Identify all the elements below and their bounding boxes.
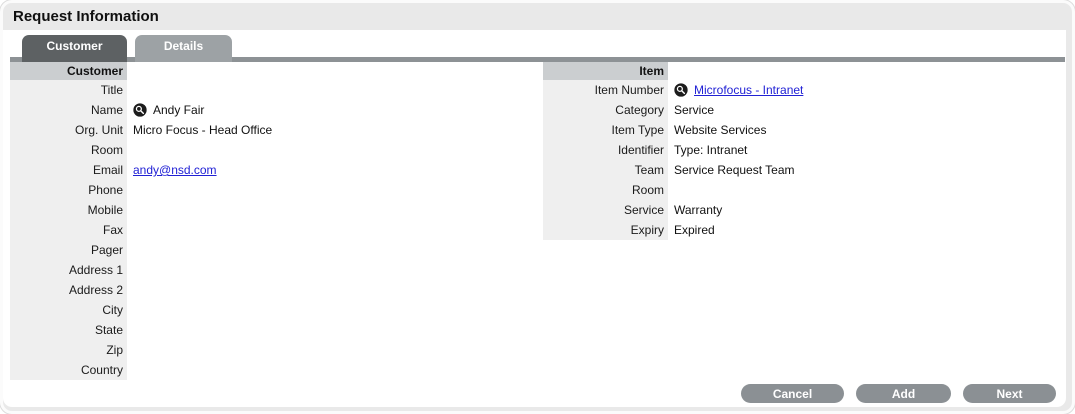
table-row: Item Type Website Services [543, 120, 803, 140]
field-value-service: Warranty [668, 200, 722, 220]
field-value-expiry: Expired [668, 220, 715, 240]
table-row: Item Number Microfocus - Intranet [543, 80, 803, 100]
table-row: Address 1 [10, 260, 272, 280]
field-value-room [127, 140, 133, 160]
customer-section-header: Customer [10, 62, 127, 80]
field-label-mobile: Mobile [10, 200, 127, 220]
field-value-item-room [668, 180, 674, 200]
footer-actions: Cancel Add Next [741, 384, 1056, 403]
table-row: Mobile [10, 200, 272, 220]
page-title: Request Information [3, 3, 1072, 30]
field-label-team: Team [543, 160, 668, 180]
field-label-pager: Pager [10, 240, 127, 260]
field-label-phone: Phone [10, 180, 127, 200]
table-row: Address 2 [10, 280, 272, 300]
field-label-title: Title [10, 80, 127, 100]
field-value-identifier: Type: Intranet [668, 140, 747, 160]
field-value-city [127, 300, 133, 320]
field-label-country: Country [10, 360, 127, 380]
field-value-title [127, 80, 133, 100]
field-value-org-unit: Micro Focus - Head Office [127, 120, 272, 140]
field-label-category: Category [543, 100, 668, 120]
table-row: Org. Unit Micro Focus - Head Office [10, 120, 272, 140]
field-value-zip [127, 340, 133, 360]
cancel-button[interactable]: Cancel [741, 384, 844, 403]
field-label-fax: Fax [10, 220, 127, 240]
tab-details[interactable]: Details [135, 35, 232, 62]
field-value-mobile [127, 200, 133, 220]
table-row: Expiry Expired [543, 220, 803, 240]
item-section-header: Item [543, 62, 668, 80]
field-label-item-room: Room [543, 180, 668, 200]
field-value-country [127, 360, 133, 380]
table-row: Fax [10, 220, 272, 240]
table-row: Room [10, 140, 272, 160]
search-icon[interactable] [674, 83, 688, 97]
table-row: Category Service [543, 100, 803, 120]
field-label-service: Service [543, 200, 668, 220]
table-row: Identifier Type: Intranet [543, 140, 803, 160]
table-row: Zip [10, 340, 272, 360]
table-row: State [10, 320, 272, 340]
table-row: Service Warranty [543, 200, 803, 220]
field-value-state [127, 320, 133, 340]
table-row: Room [543, 180, 803, 200]
field-label-address1: Address 1 [10, 260, 127, 280]
table-row: Email andy@nsd.com [10, 160, 272, 180]
field-value-address1 [127, 260, 133, 280]
field-label-expiry: Expiry [543, 220, 668, 240]
tab-details-label: Details [164, 39, 203, 53]
field-label-email: Email [10, 160, 127, 180]
tab-customer[interactable]: Customer [22, 35, 127, 62]
customer-section: Customer Title Name Andy Fair [10, 62, 272, 380]
field-label-city: City [10, 300, 127, 320]
field-value-phone [127, 180, 133, 200]
field-label-room: Room [10, 140, 127, 160]
field-value-item-type: Website Services [668, 120, 766, 140]
customer-email-link[interactable]: andy@nsd.com [133, 163, 217, 177]
field-value-fax [127, 220, 133, 240]
search-icon[interactable] [133, 103, 147, 117]
table-row: Country [10, 360, 272, 380]
field-value-category: Service [668, 100, 714, 120]
table-row: City [10, 300, 272, 320]
table-row: Pager [10, 240, 272, 260]
next-button[interactable]: Next [963, 384, 1056, 403]
field-label-zip: Zip [10, 340, 127, 360]
field-label-item-type: Item Type [543, 120, 668, 140]
field-value-pager [127, 240, 133, 260]
table-row: Name Andy Fair [10, 100, 272, 120]
field-label-item-number: Item Number [543, 80, 668, 100]
item-number-link[interactable]: Microfocus - Intranet [694, 83, 803, 97]
field-label-address2: Address 2 [10, 280, 127, 300]
item-section: Item Item Number Microfocus - Intranet C [543, 62, 803, 240]
table-row: Title [10, 80, 272, 100]
field-label-identifier: Identifier [543, 140, 668, 160]
field-label-state: State [10, 320, 127, 340]
add-button[interactable]: Add [856, 384, 951, 403]
tab-customer-label: Customer [46, 39, 102, 53]
field-label-name: Name [10, 100, 127, 120]
customer-name: Andy Fair [153, 103, 204, 117]
request-information-panel: Request Information Customer Details Cus… [0, 0, 1075, 414]
field-label-org-unit: Org. Unit [10, 120, 127, 140]
content-area: Customer Details Customer Title Name [3, 30, 1066, 407]
field-value-team: Service Request Team [668, 160, 795, 180]
field-value-address2 [127, 280, 133, 300]
table-row: Team Service Request Team [543, 160, 803, 180]
table-row: Phone [10, 180, 272, 200]
